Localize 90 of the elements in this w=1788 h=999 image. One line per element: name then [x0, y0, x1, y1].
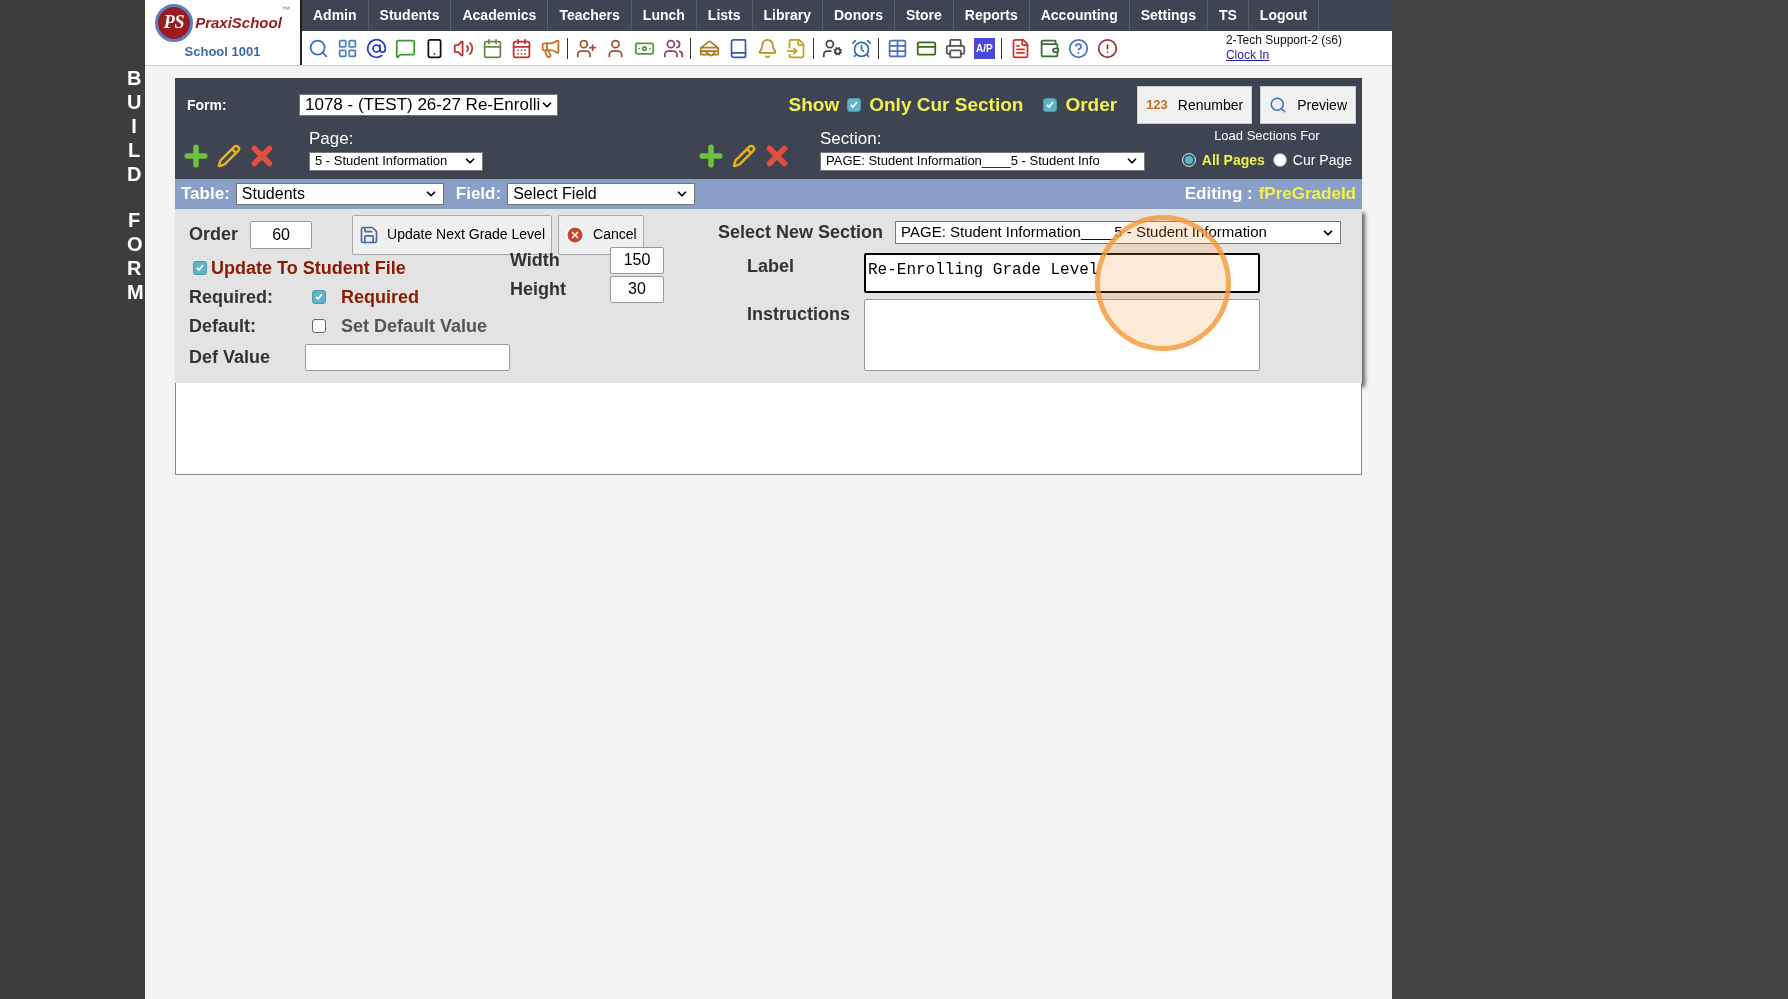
checkbox[interactable]: [193, 261, 207, 275]
numbers-icon: 123: [1146, 95, 1168, 115]
checkbox-label: Set Default Value: [341, 314, 488, 338]
nav-item[interactable]: Academics: [451, 0, 549, 31]
ap-icon[interactable]: A/P: [974, 37, 995, 59]
nav-item[interactable]: Reports: [953, 0, 1030, 31]
pencil-icon[interactable]: [732, 143, 756, 168]
nav-item[interactable]: Store: [895, 0, 954, 31]
printer-icon[interactable]: [945, 37, 966, 59]
nav-item[interactable]: Accounting: [1029, 0, 1130, 31]
users-icon[interactable]: [663, 37, 684, 59]
checkbox[interactable]: [1043, 98, 1058, 112]
required-label: Required:: [189, 285, 274, 309]
table-label: Table:: [181, 182, 230, 205]
alert-icon[interactable]: [1096, 37, 1118, 59]
field-label: Field:: [455, 182, 502, 205]
nav-item[interactable]: Settings: [1129, 0, 1208, 31]
checkbox[interactable]: [312, 319, 326, 333]
nav-item[interactable]: Teachers: [548, 0, 632, 31]
nav-item[interactable]: Students: [368, 0, 452, 31]
alarm-clock-icon[interactable]: [851, 37, 872, 59]
update-file-label: Update To Student File: [211, 256, 406, 280]
show-label: Show: [788, 92, 840, 117]
instructions-field[interactable]: [864, 298, 1260, 371]
default-label: Default:: [189, 314, 257, 338]
clock-in-link[interactable]: Clock In: [1225, 48, 1342, 63]
label-label: Label: [747, 254, 795, 278]
logo-name: PraxiSchool: [195, 12, 282, 33]
help-icon[interactable]: [1067, 37, 1089, 59]
radio-button[interactable]: [1272, 153, 1287, 167]
height-label: Height: [510, 277, 567, 301]
def-value-label: Def Value: [189, 345, 272, 369]
field-select[interactable]: Select Field: [507, 182, 696, 205]
user-cog-icon[interactable]: [822, 37, 843, 59]
nav-item[interactable]: Lists: [696, 0, 753, 31]
nav-item[interactable]: Logout: [1248, 0, 1320, 31]
phone-icon[interactable]: [424, 37, 445, 59]
school-name: School 1001: [184, 42, 261, 61]
form-label: Form:: [186, 95, 228, 115]
calendar-icon[interactable]: [482, 37, 503, 59]
form-select[interactable]: 1078 - (TEST) 26-27 Re-Enrolli: [299, 94, 558, 116]
table-select[interactable]: Students: [235, 182, 444, 205]
nav-item[interactable]: Lunch: [631, 0, 697, 31]
bell-icon[interactable]: [757, 37, 778, 59]
user-name: 2-Tech Support-2 (s6): [1225, 33, 1342, 48]
checkbox-label: Order: [1065, 92, 1118, 117]
add-user-icon[interactable]: [576, 37, 597, 59]
page-label: Page:: [309, 128, 355, 150]
search-icon: [1269, 96, 1288, 114]
calendar-icon[interactable]: [511, 37, 532, 59]
at-sign-icon[interactable]: [366, 37, 387, 59]
radio-label: All Pages: [1201, 150, 1265, 170]
logo-mark: PS: [155, 3, 194, 42]
page-select[interactable]: 5 - Student Information: [309, 151, 483, 171]
nav-item[interactable]: TS: [1207, 0, 1249, 31]
order-label: Order: [189, 223, 239, 246]
grid-icon[interactable]: [337, 37, 358, 59]
pencil-icon[interactable]: [217, 143, 241, 168]
instructions-label: Instructions: [747, 302, 851, 326]
nav-item[interactable]: Admin: [302, 0, 369, 31]
nav-item[interactable]: Library: [752, 0, 823, 31]
height-field[interactable]: 30: [610, 275, 664, 303]
search-icon[interactable]: [308, 37, 329, 59]
radio-label: Cur Page: [1292, 150, 1352, 170]
checkbox[interactable]: [312, 290, 326, 304]
editing-label: Editing :: [1184, 182, 1253, 205]
checkbox[interactable]: [847, 98, 862, 112]
def-value-field[interactable]: [305, 343, 510, 371]
chat-bubble-icon[interactable]: [395, 37, 416, 59]
checkbox-label: Required: [341, 285, 419, 309]
load-sections-label: Load Sections For: [1214, 127, 1320, 145]
section-label: Section:: [820, 128, 883, 150]
editing-field-name: fPreGradeId: [1258, 182, 1356, 205]
width-field[interactable]: 150: [610, 246, 664, 274]
wallet-icon[interactable]: [1038, 37, 1060, 59]
trademark: ™: [281, 3, 290, 16]
checkbox-label: Only Cur Section: [869, 92, 1024, 117]
order-field[interactable]: 60: [250, 220, 313, 249]
preview-button[interactable]: Preview: [1260, 86, 1356, 124]
vertical-title: FORM: [127, 208, 141, 304]
vertical-title: BUILD: [127, 66, 141, 186]
new-section-label: Select New Section: [718, 221, 884, 244]
table-icon[interactable]: [887, 37, 908, 59]
megaphone-icon[interactable]: [540, 37, 561, 59]
section-select[interactable]: PAGE: Student Information____5 - Student Info: [820, 151, 1145, 171]
nav-item[interactable]: Donors: [823, 0, 895, 31]
save-icon: [359, 224, 380, 245]
renumber-button[interactable]: 123 Renumber: [1137, 86, 1253, 124]
book-icon[interactable]: [728, 37, 749, 59]
cancel-icon: [565, 224, 585, 245]
